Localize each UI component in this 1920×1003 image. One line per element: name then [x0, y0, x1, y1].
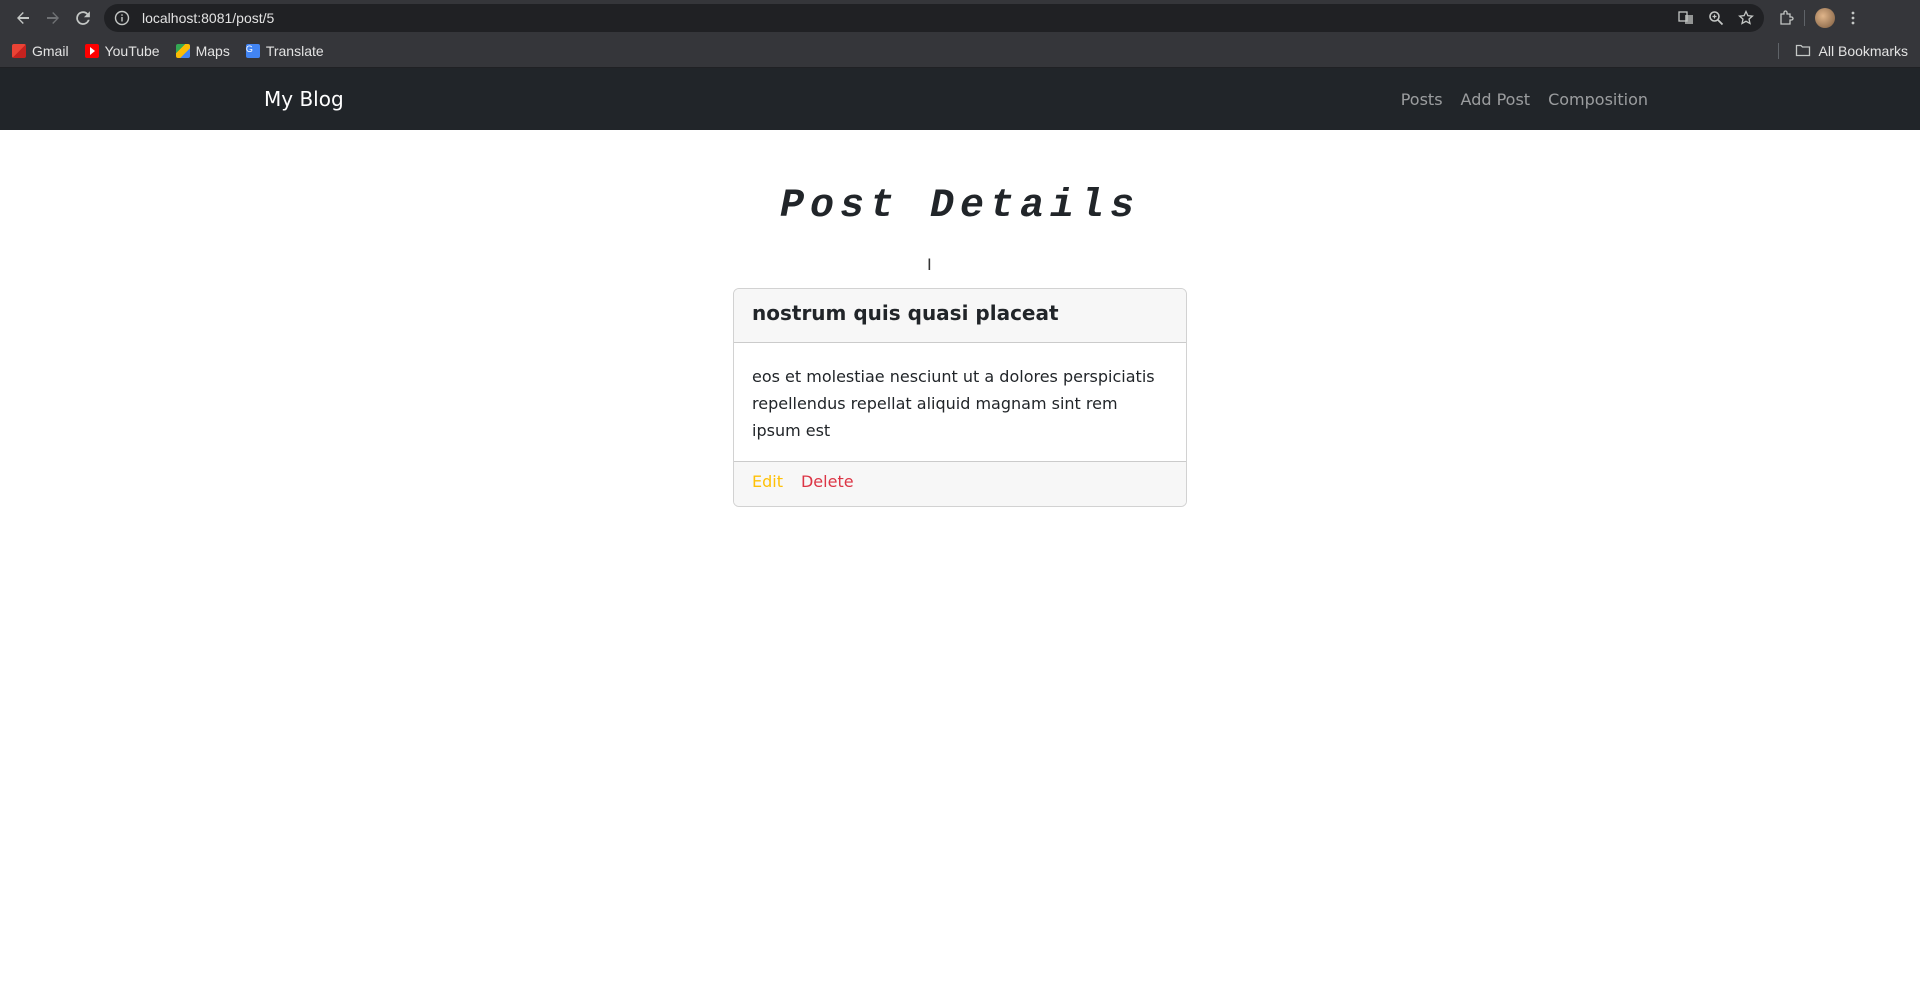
profile-avatar[interactable] — [1815, 7, 1835, 28]
browser-toolbar: localhost:8081/post/5 — [0, 0, 1920, 35]
nav-link-add-post[interactable]: Add Post — [1452, 82, 1540, 117]
brand-link[interactable]: My Blog — [264, 87, 344, 111]
url-text[interactable]: localhost:8081/post/5 — [142, 10, 1678, 26]
site-info-icon[interactable] — [114, 10, 130, 26]
bookmarks-divider — [1777, 43, 1779, 59]
nav-links: Posts Add Post Composition — [1392, 82, 1656, 117]
translate-icon: G — [245, 44, 260, 58]
post-card-header: nostrum quis quasi placeat — [734, 289, 1186, 343]
bookmark-youtube[interactable]: YouTube — [84, 43, 160, 59]
post-card-footer: Edit Delete — [734, 461, 1186, 506]
bookmark-star-icon[interactable] — [1738, 9, 1754, 26]
text-cursor-icon: I — [927, 255, 932, 274]
post-title: nostrum quis quasi placeat — [752, 301, 1059, 325]
site-navbar: My Blog Posts Add Post Composition — [0, 68, 1920, 130]
more-menu-icon[interactable] — [1845, 10, 1861, 26]
bookmarks-bar: Gmail YouTube Maps G Translate All Bookm… — [0, 35, 1920, 68]
address-bar[interactable]: localhost:8081/post/5 — [104, 3, 1764, 32]
page-title: Post Details — [779, 184, 1141, 229]
post-card-body: eos et molestiae nesciunt ut a dolores p… — [734, 343, 1186, 461]
youtube-icon — [84, 44, 99, 58]
post-card: nostrum quis quasi placeat eos et molest… — [733, 288, 1187, 507]
bookmark-translate[interactable]: G Translate — [245, 43, 324, 59]
maps-icon — [175, 44, 190, 58]
zoom-icon[interactable] — [1708, 10, 1724, 26]
extensions-icon[interactable] — [1778, 9, 1794, 26]
folder-icon — [1795, 42, 1811, 61]
delete-link[interactable]: Delete — [801, 472, 854, 496]
bookmark-maps[interactable]: Maps — [175, 43, 230, 59]
translate-page-icon[interactable] — [1678, 10, 1694, 26]
forward-icon[interactable] — [38, 3, 68, 33]
back-icon[interactable] — [8, 3, 38, 33]
reload-icon[interactable] — [68, 3, 98, 33]
bookmark-gmail[interactable]: Gmail — [12, 43, 69, 59]
gmail-icon — [12, 44, 26, 58]
toolbar-divider — [1804, 9, 1805, 26]
bookmark-label: Maps — [195, 43, 230, 59]
bookmark-label: Translate — [265, 43, 324, 59]
post-body: eos et molestiae nesciunt ut a dolores p… — [752, 367, 1155, 440]
nav-link-posts[interactable]: Posts — [1392, 82, 1452, 117]
main-content: Post Details I nostrum quis quasi placea… — [0, 184, 1920, 507]
bookmark-label: YouTube — [104, 43, 160, 59]
bookmark-label: Gmail — [32, 43, 69, 59]
edit-link[interactable]: Edit — [752, 472, 783, 496]
all-bookmarks-button[interactable]: All Bookmarks — [1819, 43, 1908, 59]
nav-link-composition[interactable]: Composition — [1539, 82, 1656, 117]
